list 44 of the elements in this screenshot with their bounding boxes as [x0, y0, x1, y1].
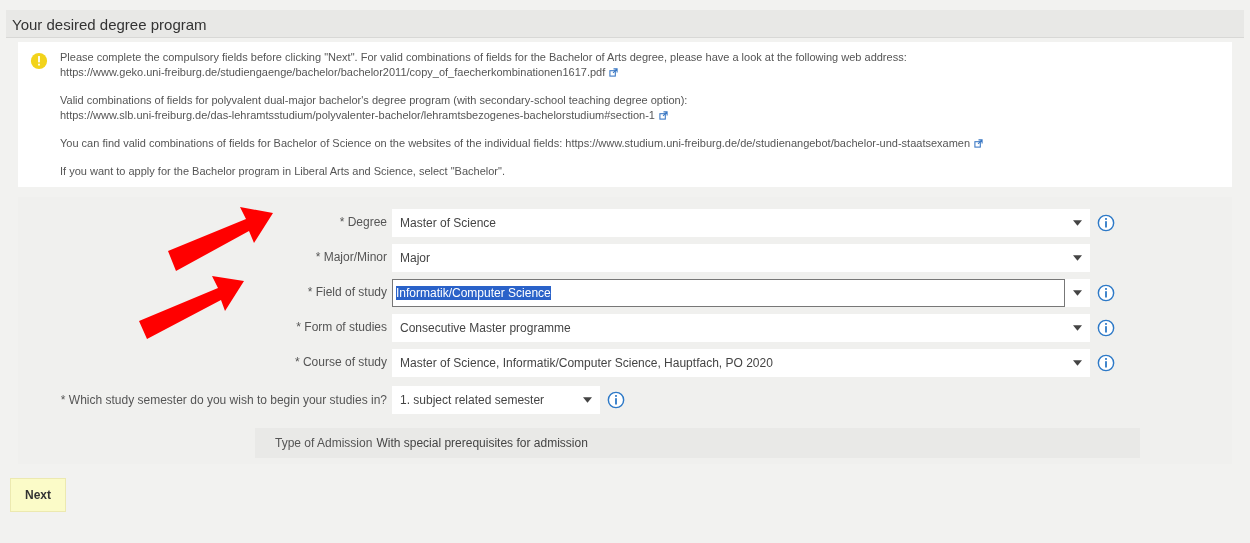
caret-icon — [1073, 219, 1082, 226]
field-label: * Field of study — [306, 286, 388, 299]
field-label: * Which study semester do you wish to begin your studies in? — [59, 393, 388, 407]
dropdown-field[interactable]: Master of Science, Informatik/Computer Science, Hauptfach, PO 2020 — [392, 348, 1090, 377]
notice-paragraph: You can find valid combinations of fields for Bachelor of Science on the websites of the individual fields: https://www.studium.uni-freiburg.de/de/studienangebot/bachelor-und-staatsexamen — [60, 136, 1222, 151]
dropdown-field[interactable]: Informatik/Computer Science — [392, 278, 1090, 307]
dropdown-field[interactable]: Major — [392, 243, 1090, 272]
warning-icon — [30, 52, 48, 70]
dropdown-field[interactable]: Master of Science — [392, 208, 1090, 237]
field-value: Informatik/Computer Science — [396, 285, 551, 300]
field-label: * Degree — [338, 216, 388, 229]
field-label: * Major/Minor — [314, 251, 388, 264]
external-link-icon — [974, 139, 984, 148]
info-icon[interactable] — [1097, 213, 1115, 232]
web-link[interactable]: https://www.studium.uni-freiburg.de/de/studienangebot/bachelor-und-staatsexamen — [565, 137, 984, 149]
field-value: With special prerequisites for admission — [376, 436, 588, 450]
info-icon[interactable] — [1097, 353, 1115, 372]
field-label: * Form of studies — [295, 321, 388, 334]
field-value: Master of Science, Informatik/Computer Science, Hauptfach, PO 2020 — [400, 355, 773, 370]
field-label: * Course of study — [293, 356, 388, 369]
caret-icon — [583, 397, 592, 403]
info-icon[interactable] — [607, 391, 625, 409]
field-label: Type of Admission — [274, 436, 374, 450]
info-icon[interactable] — [1097, 318, 1115, 337]
notice-paragraph: Valid combinations of fields for polyvalent dual-major bachelor's degree program (with secondary-school teaching degree option): https://www.slb.uni-freiburg.de/das-lehramtsstudium/polyvalenter-bachelor/lehramtsbezogenes-bachelorstudium#section-1 — [60, 93, 689, 123]
web-link[interactable]: https://www.slb.uni-freiburg.de/das-lehramtsstudium/polyvalenter-bachelor/lehramtsbezogenes-bachelorstudium#section-1 — [60, 109, 668, 121]
dropdown-field[interactable]: 1. subject related semester — [392, 386, 600, 414]
dropdown-field[interactable]: Consecutive Master programme — [392, 313, 1090, 342]
external-link-icon — [658, 111, 668, 120]
caret-icon — [1073, 324, 1082, 331]
info-icon[interactable] — [1097, 283, 1115, 302]
caret-icon — [1073, 254, 1082, 261]
external-link-icon — [609, 68, 619, 77]
field-value: Consecutive Master programme — [400, 320, 571, 335]
field-value: 1. subject related semester — [400, 393, 545, 407]
next-button[interactable]: Next — [10, 478, 66, 512]
section-title: Your desired degree program — [12, 16, 207, 33]
notice-paragraph: Please complete the compulsory fields before clicking "Next". For valid combinations of fields for the Bachelor of Arts degree, please have a look at the following web address: https://www.geko.uni-freiburg.de/studiengaenge/bachelor/bachelor2011/copy_of_faecherkombinationen1617.pdf — [60, 50, 908, 80]
field-value: Master of Science — [400, 215, 497, 230]
notice-paragraph: If you want to apply for the Bachelor program in Liberal Arts and Science, select "Bachelor". — [60, 164, 506, 179]
field-value: Major — [400, 250, 430, 265]
caret-icon — [1073, 359, 1082, 366]
caret-icon — [1073, 289, 1082, 296]
web-link[interactable]: https://www.geko.uni-freiburg.de/studiengaenge/bachelor/bachelor2011/copy_of_faecherkombinationen1617.pdf — [60, 66, 619, 78]
